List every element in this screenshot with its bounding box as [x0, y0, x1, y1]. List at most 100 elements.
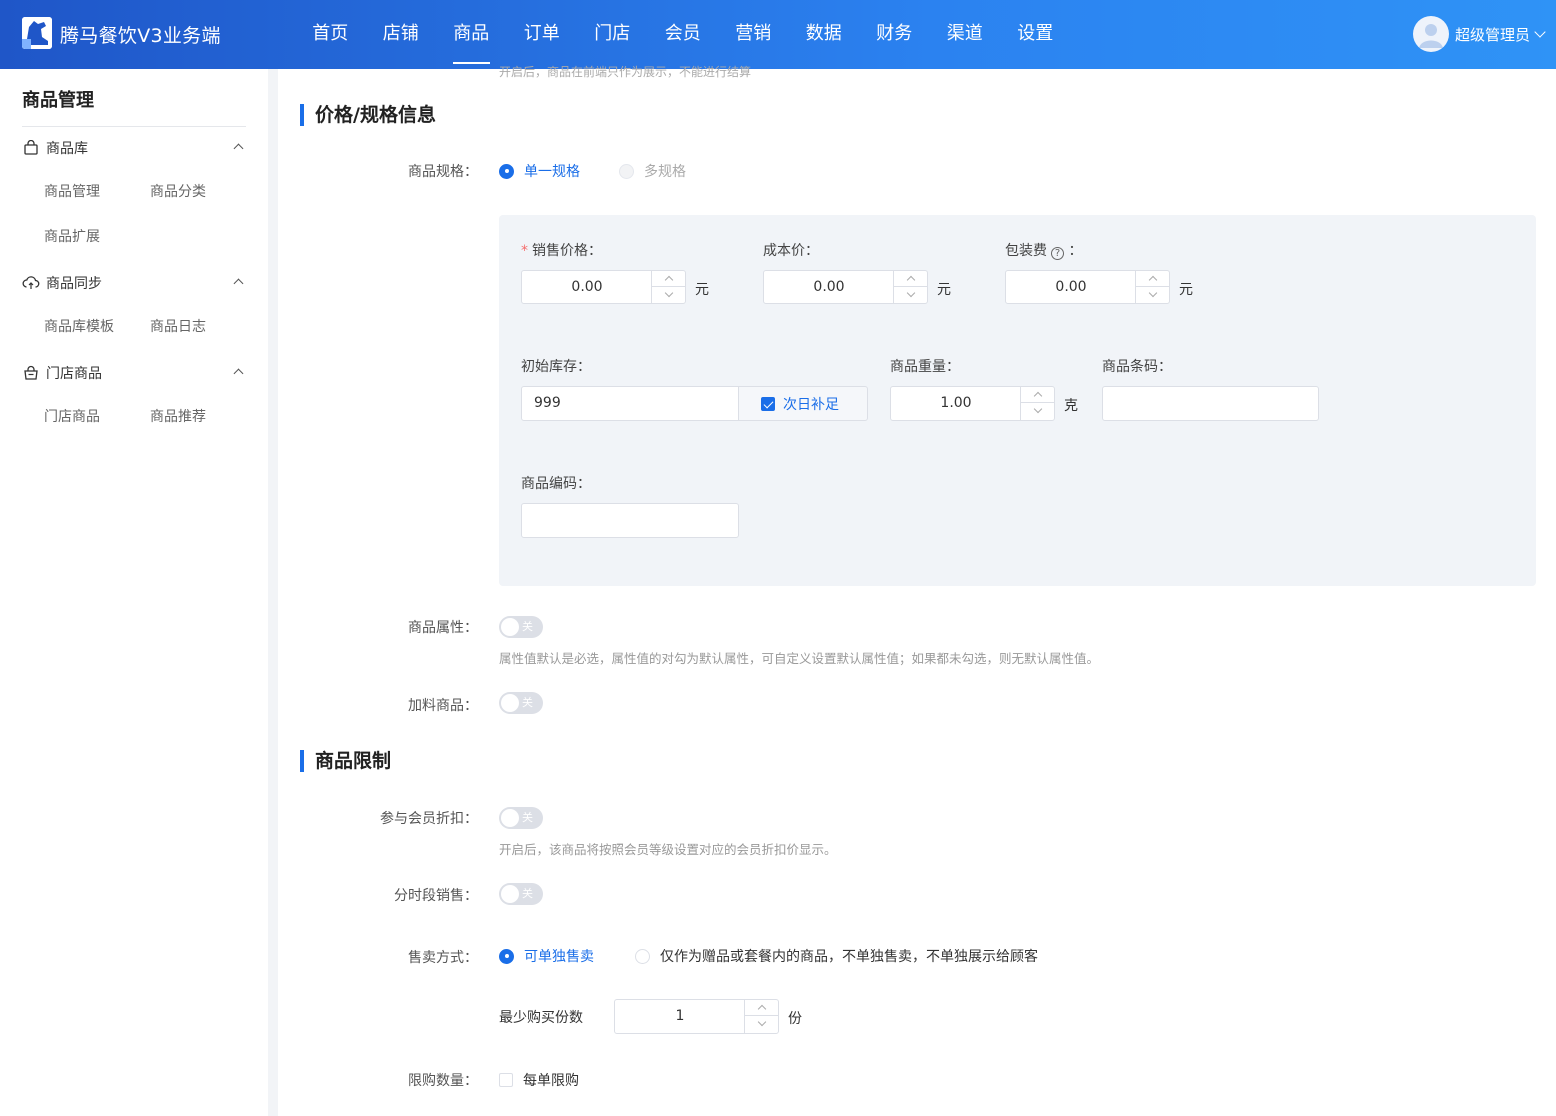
avatar[interactable]	[1412, 16, 1449, 52]
divider	[22, 126, 246, 127]
chevron-up-icon[interactable]	[233, 278, 244, 289]
decrement-icon[interactable]	[1136, 287, 1169, 303]
increment-icon[interactable]	[1021, 387, 1054, 403]
spec-label: 商品规格：	[408, 164, 478, 180]
cost-price-input[interactable]: 0.00	[763, 270, 928, 304]
nav-finance[interactable]: 财务	[859, 0, 930, 69]
sidebar-group-sync[interactable]: 商品同步	[22, 271, 246, 295]
radio-dot[interactable]	[499, 948, 514, 964]
sidebar-item-recommend[interactable]: 商品推荐	[150, 406, 206, 426]
chevron-down-icon[interactable]	[1534, 26, 1546, 38]
radio-sell-alone[interactable]: 可单独售卖	[499, 946, 594, 966]
min-purchase-stepper[interactable]	[744, 1000, 778, 1033]
section-title-limit: 商品限制	[300, 750, 391, 772]
attr-label: 商品属性：	[408, 620, 478, 636]
timed-sale-switch[interactable]: 关	[499, 883, 543, 905]
radio-dot[interactable]	[635, 948, 650, 964]
nav-data[interactable]: 数据	[789, 0, 860, 69]
decrement-icon[interactable]	[745, 1016, 778, 1032]
chevron-up-icon[interactable]	[233, 143, 244, 154]
min-purchase-unit: 份	[788, 1011, 802, 1027]
packing-fee-label: 包装费? ：	[1005, 243, 1083, 260]
sale-price-stepper[interactable]	[651, 271, 685, 303]
restock-label[interactable]: 次日补足	[783, 394, 839, 414]
decrement-icon[interactable]	[652, 287, 685, 303]
nav-marketing[interactable]: 营销	[718, 0, 789, 69]
decrement-icon[interactable]	[894, 287, 927, 303]
checkbox-icon[interactable]	[499, 1073, 513, 1087]
sidebar-item-log[interactable]: 商品日志	[150, 316, 206, 336]
switch-label: 关	[522, 811, 533, 824]
packing-fee-stepper[interactable]	[1135, 271, 1169, 303]
attr-switch[interactable]: 关	[499, 616, 543, 638]
sidebar-group-store-goods[interactable]: 门店商品	[22, 361, 246, 385]
radio-dot[interactable]	[499, 163, 514, 179]
nav-orders[interactable]: 订单	[507, 0, 578, 69]
sidebar-item-template[interactable]: 商品库模板	[44, 316, 114, 336]
checkbox-checked-icon[interactable]	[761, 396, 775, 411]
switch-knob[interactable]	[501, 618, 519, 636]
radio-label[interactable]: 单一规格	[524, 161, 580, 181]
min-purchase-label: 最少购买份数	[499, 1010, 583, 1026]
checkbox-label[interactable]: 每单限购	[523, 1070, 579, 1090]
addon-switch[interactable]: 关	[499, 692, 543, 714]
switch-label: 关	[522, 696, 533, 709]
app-title: 腾马餐饮V3业务端	[60, 25, 221, 47]
nav-channels[interactable]: 渠道	[930, 0, 1001, 69]
radio-single-spec[interactable]: 单一规格	[499, 161, 580, 181]
switch-knob[interactable]	[501, 885, 519, 903]
user-name[interactable]: 超级管理员	[1455, 24, 1530, 45]
increment-icon[interactable]	[1136, 271, 1169, 287]
radio-label[interactable]: 可单独售卖	[524, 946, 594, 966]
nav-stores[interactable]: 门店	[577, 0, 648, 69]
radio-label[interactable]: 仅作为赠品或套餐内的商品，不单独售卖，不单独展示给顾客	[660, 946, 1038, 966]
initial-stock-input[interactable]: 999	[521, 386, 739, 421]
chevron-up-icon[interactable]	[233, 368, 244, 379]
packing-fee-value[interactable]: 0.00	[1006, 271, 1136, 303]
cost-price-value[interactable]: 0.00	[764, 271, 894, 303]
sidebar	[0, 69, 268, 1116]
radio-gift-only[interactable]: 仅作为赠品或套餐内的商品，不单独售卖，不单独展示给顾客	[635, 946, 1038, 966]
question-icon[interactable]: ?	[1051, 247, 1064, 260]
packing-fee-input[interactable]: 0.00	[1005, 270, 1170, 304]
min-purchase-value[interactable]: 1	[615, 1000, 745, 1033]
weight-value[interactable]: 1.00	[891, 387, 1021, 420]
min-purchase-input[interactable]: 1	[614, 999, 779, 1034]
sidebar-group-label: 商品同步	[46, 276, 102, 292]
sidebar-item-goods-extension[interactable]: 商品扩展	[44, 226, 100, 246]
weight-input[interactable]: 1.00	[890, 386, 1055, 421]
weight-stepper[interactable]	[1020, 387, 1054, 420]
section-title-price: 价格/规格信息	[300, 104, 436, 126]
switch-knob[interactable]	[501, 694, 519, 712]
sidebar-item-goods-manage[interactable]: 商品管理	[44, 181, 100, 201]
nav-shop[interactable]: 店铺	[366, 0, 437, 69]
sidebar-item-goods-category[interactable]: 商品分类	[150, 181, 206, 201]
nav-home[interactable]: 首页	[295, 0, 366, 69]
bag-icon	[22, 139, 40, 157]
sidebar-group-library[interactable]: 商品库	[22, 136, 246, 160]
restock-checkbox[interactable]: 次日补足	[738, 386, 868, 421]
barcode-input[interactable]	[1102, 386, 1319, 421]
sale-price-input[interactable]: 0.00	[521, 270, 686, 304]
barcode-label: 商品条码：	[1102, 359, 1172, 375]
increment-icon[interactable]	[745, 1000, 778, 1016]
per-order-limit-checkbox[interactable]: 每单限购	[499, 1070, 579, 1090]
cost-price-stepper[interactable]	[893, 271, 927, 303]
sidebar-item-store-goods[interactable]: 门店商品	[44, 406, 100, 426]
switch-knob[interactable]	[501, 809, 519, 827]
sale-price-value[interactable]: 0.00	[522, 271, 652, 303]
main-content: 开启后，商品在前端只作为展示，不能进行结算 价格/规格信息 商品规格： 单一规格…	[278, 65, 1556, 1116]
nav-members[interactable]: 会员	[648, 0, 719, 69]
increment-icon[interactable]	[894, 271, 927, 287]
spec-panel: * 销售价格： 0.00 元 成本价： 0.00 元 包装费? ： 0.00 元 …	[499, 215, 1536, 586]
weight-unit: 克	[1064, 398, 1078, 414]
nav-goods[interactable]: 商品	[436, 0, 507, 69]
decrement-icon[interactable]	[1021, 403, 1054, 419]
increment-icon[interactable]	[652, 271, 685, 287]
user-avatar-icon	[1418, 24, 1443, 48]
code-input[interactable]	[521, 503, 739, 538]
user-menu[interactable]: 超级管理员	[1412, 16, 1546, 52]
main-nav: 首页 店铺 商品 订单 门店 会员 营销 数据 财务 渠道 设置	[295, 0, 1071, 69]
nav-settings[interactable]: 设置	[1000, 0, 1071, 69]
member-discount-switch[interactable]: 关	[499, 807, 543, 829]
